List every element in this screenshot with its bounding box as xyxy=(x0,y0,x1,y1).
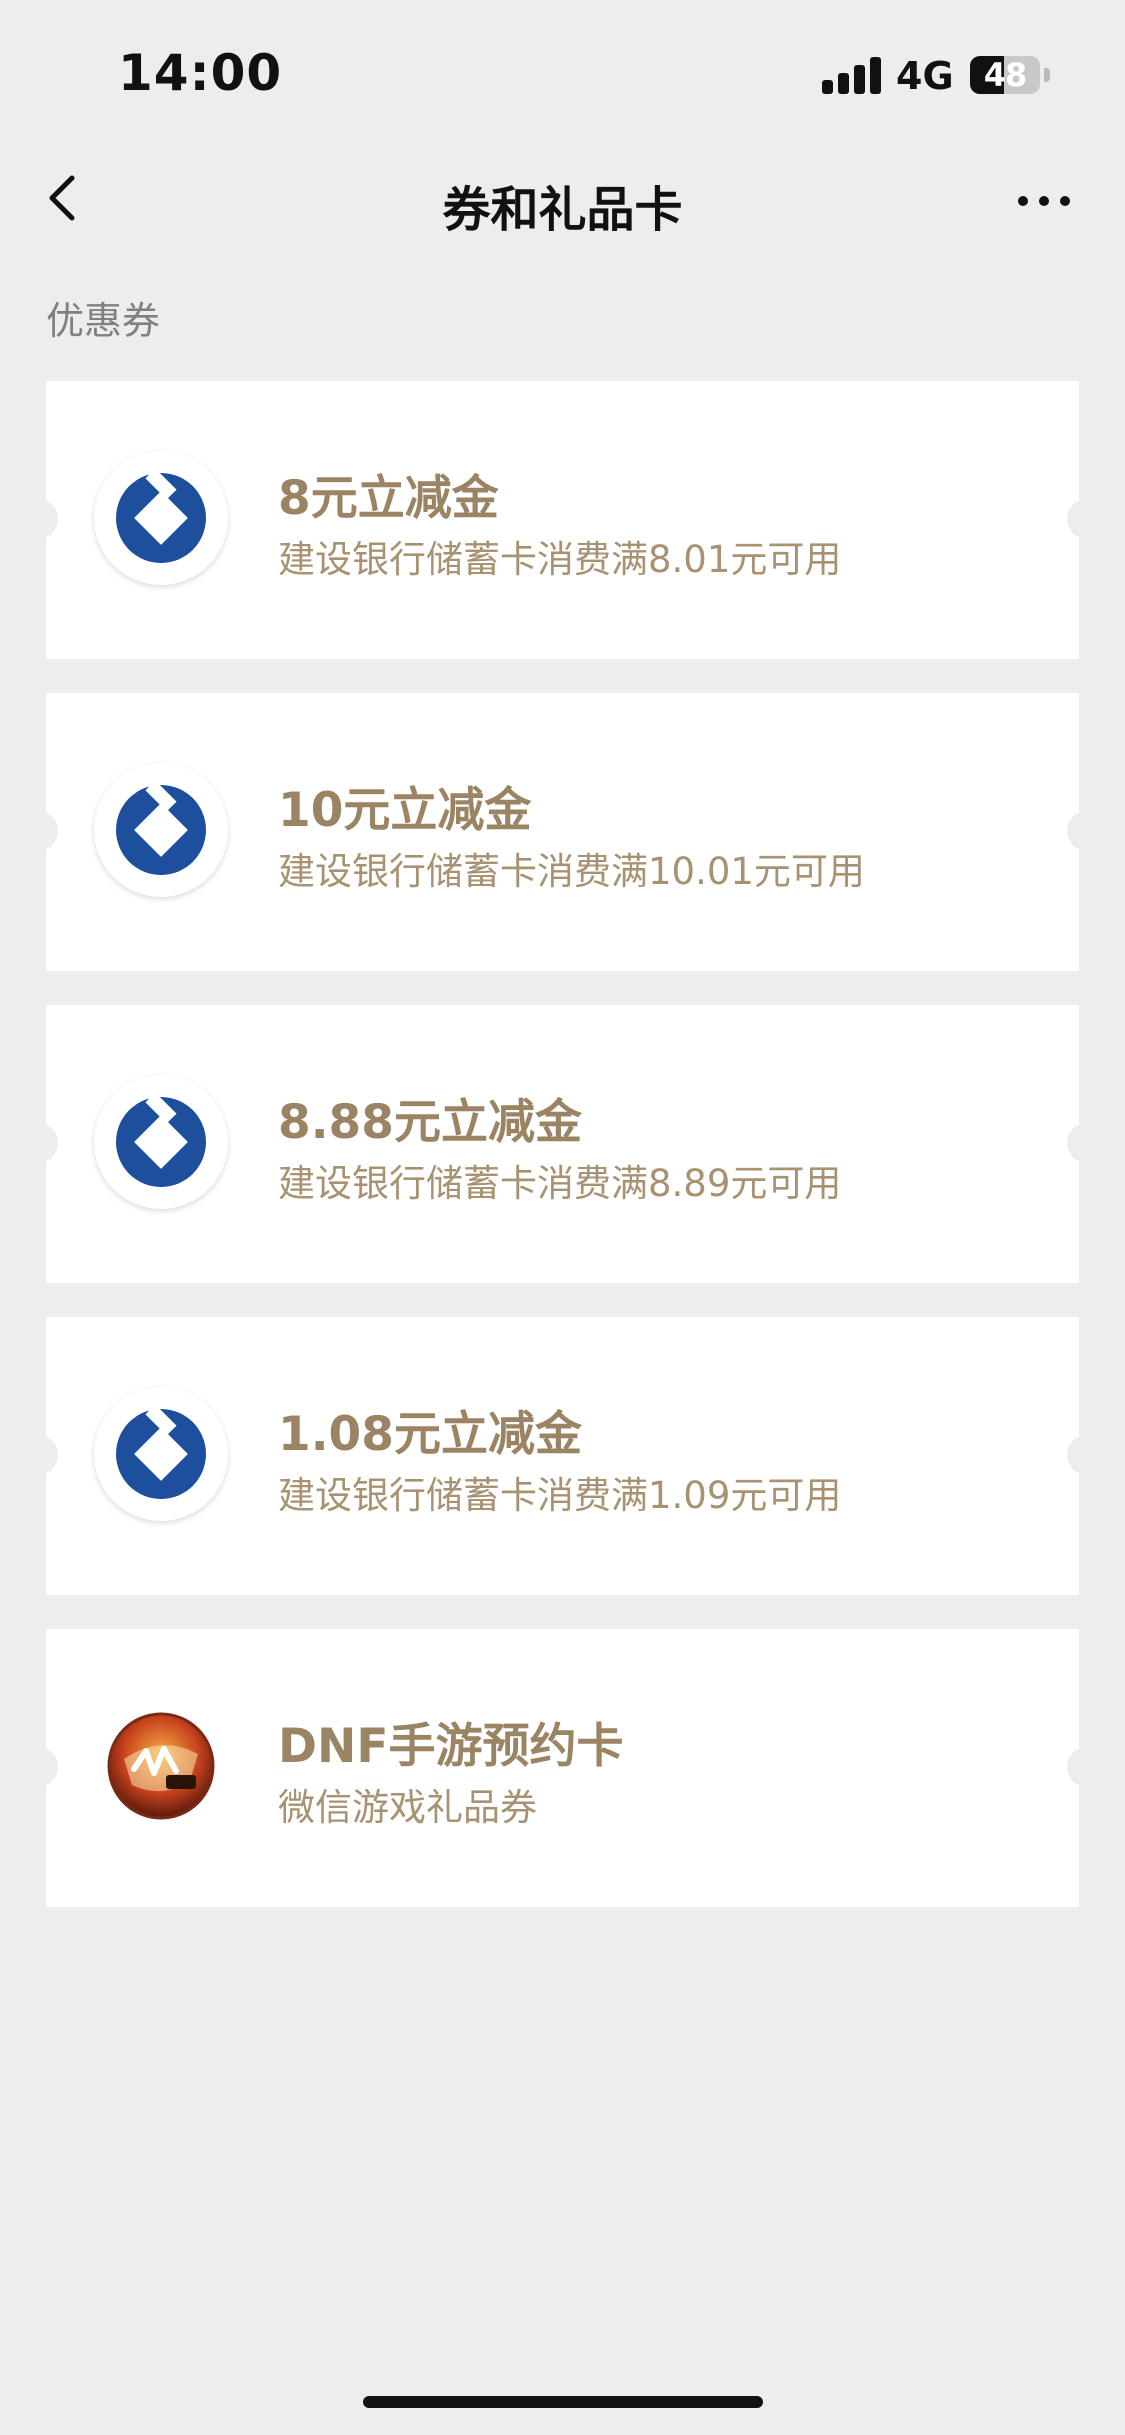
more-button[interactable] xyxy=(1010,180,1080,220)
dnf-game-logo-icon xyxy=(94,1699,228,1833)
coupon-title: 8.88元立减金 xyxy=(278,1095,582,1150)
home-indicator[interactable] xyxy=(363,2396,763,2408)
card-notch xyxy=(18,811,58,851)
card-notch xyxy=(1067,1747,1107,1787)
coupon-desc: 建设银行储蓄卡消费满10.01元可用 xyxy=(278,850,865,893)
card-notch xyxy=(18,499,58,539)
coupon-card[interactable]: 8.88元立减金 建设银行储蓄卡消费满8.89元可用 xyxy=(18,1005,1107,1283)
coupon-desc: 微信游戏礼品券 xyxy=(278,1786,537,1829)
card-notch xyxy=(1067,1123,1107,1163)
battery-cap xyxy=(1044,68,1050,82)
card-notch xyxy=(1067,499,1107,539)
card-notch xyxy=(1067,811,1107,851)
card-notch xyxy=(18,1123,58,1163)
card-notch xyxy=(18,1435,58,1475)
coupon-title: 8元立减金 xyxy=(278,471,499,526)
coupon-desc: 建设银行储蓄卡消费满8.01元可用 xyxy=(278,538,842,581)
more-dot-icon xyxy=(1039,196,1049,206)
nav-bar: 券和礼品卡 xyxy=(0,150,1125,250)
coupon-title: 1.08元立减金 xyxy=(278,1407,582,1462)
ccb-bank-logo-icon xyxy=(94,763,228,897)
card-notch xyxy=(1067,1435,1107,1475)
ccb-bank-logo-icon xyxy=(94,1387,228,1521)
coupon-title: 10元立减金 xyxy=(278,783,532,838)
signal-icon xyxy=(822,56,882,94)
ccb-bank-logo-icon xyxy=(94,451,228,585)
network-type: 4G xyxy=(896,54,954,98)
more-dot-icon xyxy=(1060,196,1070,206)
more-dot-icon xyxy=(1018,196,1028,206)
card-notch xyxy=(18,1747,58,1787)
battery-level: 48 xyxy=(983,56,1028,94)
coupon-card[interactable]: 10元立减金 建设银行储蓄卡消费满10.01元可用 xyxy=(18,693,1107,971)
coupon-card[interactable]: DNF手游预约卡 微信游戏礼品券 xyxy=(18,1629,1107,1907)
coupon-desc: 建设银行储蓄卡消费满8.89元可用 xyxy=(278,1162,842,1205)
coupon-title: DNF手游预约卡 xyxy=(278,1719,624,1774)
coupon-desc: 建设银行储蓄卡消费满1.09元可用 xyxy=(278,1474,842,1517)
battery-icon: 48 xyxy=(970,56,1040,94)
coupon-card[interactable]: 8元立减金 建设银行储蓄卡消费满8.01元可用 xyxy=(18,381,1107,659)
status-bar: 14:00 4G 48 xyxy=(0,0,1125,150)
status-time: 14:00 xyxy=(118,44,283,102)
ccb-bank-logo-icon xyxy=(94,1075,228,1209)
section-title: 优惠券 xyxy=(46,299,161,343)
coupon-card[interactable]: 1.08元立减金 建设银行储蓄卡消费满1.09元可用 xyxy=(18,1317,1107,1595)
page-title: 券和礼品卡 xyxy=(442,182,683,238)
